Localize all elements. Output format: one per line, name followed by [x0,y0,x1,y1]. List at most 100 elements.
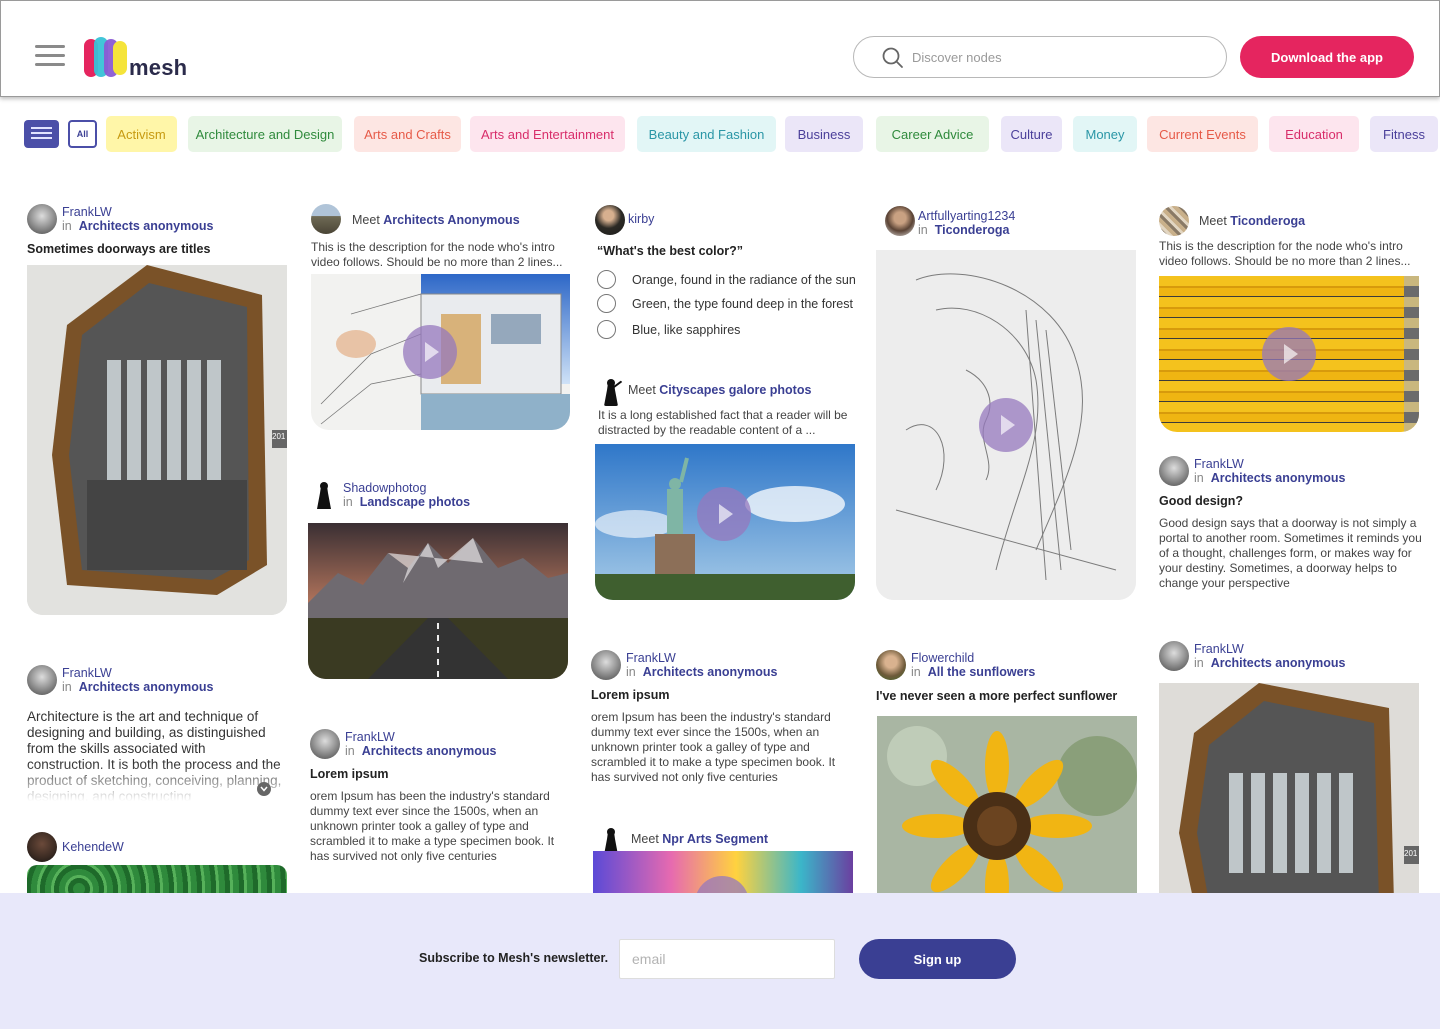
avatar[interactable] [27,665,57,695]
avatar[interactable] [1159,641,1189,671]
pencil-sketch-video-thumbnail[interactable] [876,250,1136,600]
author-name[interactable]: FrankLW [1194,457,1244,471]
node-description: It is a long established fact that a rea… [598,408,848,437]
play-icon[interactable] [1262,327,1316,381]
category-chip-business[interactable]: Business [785,116,863,152]
expand-chevron-icon[interactable] [257,782,271,796]
group-link[interactable]: Architects anonymous [79,219,214,233]
poll-option[interactable]: Blue, like sapphires [632,323,740,337]
post-title: Good design? [1159,494,1244,508]
architecture-video-thumbnail[interactable] [311,274,570,430]
category-chip-culture[interactable]: Culture [1001,116,1062,152]
node-link[interactable]: Ticonderoga [1230,214,1305,228]
category-chip-career-advice[interactable]: Career Advice [876,116,989,152]
avatar[interactable] [885,206,915,236]
post-title: Lorem ipsum [591,688,670,702]
author-name[interactable]: Flowerchild [911,651,974,665]
group-link[interactable]: Architects anonymous [643,665,778,679]
avatar[interactable] [27,204,57,234]
group-link[interactable]: Architects anonymous [79,680,214,694]
post-title: Sometimes doorways are titles [27,242,211,256]
play-icon[interactable] [403,325,457,379]
download-app-button[interactable]: Download the app [1240,36,1414,78]
category-chip-activism[interactable]: Activism [106,116,177,152]
poll-radio[interactable] [597,320,616,339]
author-name[interactable]: FrankLW [62,205,112,219]
group-line: in Architects anonymous [1194,471,1346,485]
category-chip-fitness[interactable]: Fitness [1370,116,1438,152]
statue-of-liberty-video-thumbnail[interactable] [595,444,855,600]
poll-radio[interactable] [597,270,616,289]
avatar[interactable] [309,481,339,511]
category-chip-arts-and-crafts[interactable]: Arts and Crafts [354,116,461,152]
poll-radio[interactable] [597,294,616,313]
avatar[interactable] [1159,456,1189,486]
node-link[interactable]: Cityscapes galore photos [659,383,811,397]
node-avatar[interactable] [596,377,626,407]
top-header: mesh Download the app [0,0,1440,97]
author-name[interactable]: kirby [628,212,654,226]
post-title: I've never seen a more perfect sunflower [876,689,1118,703]
category-chip-education[interactable]: Education [1269,116,1359,152]
node-link[interactable]: Npr Arts Segment [662,832,768,846]
play-icon[interactable] [697,487,751,541]
node-link[interactable]: Architects Anonymous [383,213,519,227]
author-name[interactable]: FrankLW [345,730,395,744]
avatar[interactable] [595,205,625,235]
avatar[interactable] [591,650,621,680]
author-name[interactable]: FrankLW [62,666,112,680]
all-categories-button[interactable]: All [68,120,97,148]
play-icon[interactable] [979,398,1033,452]
search-bar[interactable] [853,36,1227,78]
node-avatar[interactable] [311,204,341,234]
author-name[interactable]: KehendeW [62,840,124,854]
group-link[interactable]: Ticonderoga [935,223,1010,237]
group-line: in All the sunflowers [911,665,1036,679]
poll-option[interactable]: Orange, found in the radiance of the sun [632,273,856,287]
group-link[interactable]: Landscape photos [360,495,470,509]
image-count-badge: 201 [1404,849,1418,858]
meet-line: Meet Npr Arts Segment [631,832,769,846]
category-chip-arts-and-entertainment[interactable]: Arts and Entertainment [470,116,625,152]
post-text: orem Ipsum has been the industry's stand… [310,789,555,863]
hamburger-menu-icon[interactable] [35,45,65,67]
group-link[interactable]: Architects anonymous [1211,656,1346,670]
category-chip-current-events[interactable]: Current Events [1147,116,1258,152]
category-chip-beauty-and-fashion[interactable]: Beauty and Fashion [637,116,776,152]
avatar[interactable] [27,832,57,862]
category-chip-money[interactable]: Money [1073,116,1137,152]
image-count-badge: 201 [272,432,286,441]
email-field[interactable] [619,939,835,979]
category-chip-architecture-and-design[interactable]: Architecture and Design [188,116,342,152]
meet-line: Meet Cityscapes galore photos [628,383,812,397]
author-name[interactable]: FrankLW [626,651,676,665]
pencils-video-thumbnail[interactable] [1159,276,1419,432]
arts-segment-video-thumbnail[interactable] [593,851,853,899]
sign-up-button[interactable]: Sign up [859,939,1016,979]
mesh-logo-mark-icon [84,37,127,77]
group-line: in Architects anonymous [345,744,497,758]
author-name[interactable]: Shadowphotog [343,481,426,495]
group-link[interactable]: Architects anonymous [1211,471,1346,485]
author-name[interactable]: FrankLW [1194,642,1244,656]
group-link[interactable]: Architects anonymous [362,744,497,758]
node-description: This is the description for the node who… [311,240,563,269]
group-link[interactable]: All the sunflowers [928,665,1036,679]
avatar[interactable] [876,650,906,680]
node-avatar[interactable] [1159,206,1189,236]
node-description: This is the description for the node who… [1159,239,1411,268]
newsletter-section: Subscribe to Mesh's newsletter. Sign up [0,893,1440,1029]
doorway-photo[interactable]: 201 [27,265,287,615]
group-line: in Architects anonymous [626,665,778,679]
list-view-toggle[interactable] [24,120,59,148]
search-input[interactable] [912,46,1202,68]
post-text: orem Ipsum has been the industry's stand… [591,710,836,784]
avatar[interactable] [310,729,340,759]
author-name[interactable]: Artfullyarting1234 [918,209,1015,223]
sunflower-photo[interactable] [877,716,1137,901]
mountain-road-photo[interactable] [308,523,568,679]
post-title: Lorem ipsum [310,767,389,781]
doorway-photo[interactable]: 201 [1159,683,1419,903]
mesh-logo[interactable]: mesh [83,37,193,81]
poll-option[interactable]: Green, the type found deep in the forest [632,297,853,311]
